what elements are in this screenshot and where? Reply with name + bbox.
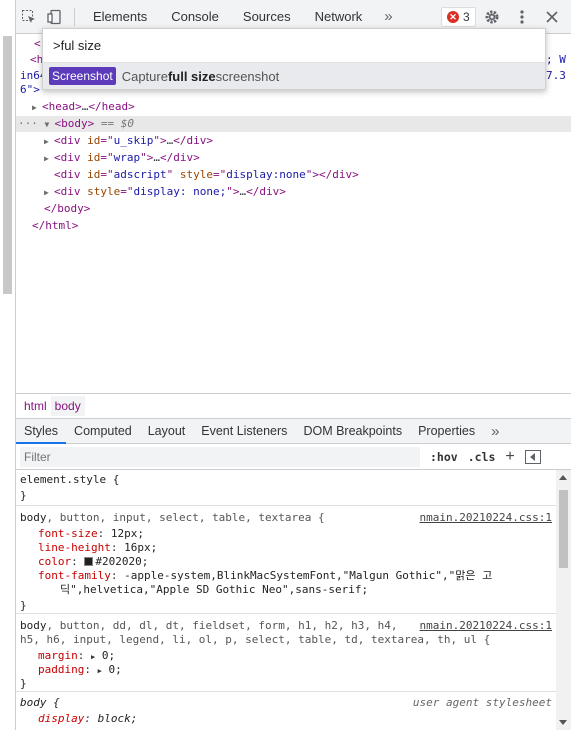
expand-triangle-icon[interactable]: ▶: [44, 134, 54, 150]
breadcrumb-body[interactable]: body: [50, 396, 85, 416]
command-menu: >ful size Screenshot Capture full size s…: [42, 28, 546, 90]
kebab-menu-icon[interactable]: [509, 4, 535, 30]
page-scrollbar-thumb[interactable]: [3, 36, 12, 294]
error-icon: ✕: [447, 11, 459, 23]
expand-triangle-icon[interactable]: ▶: [44, 151, 54, 167]
rule-selector[interactable]: body {: [20, 696, 60, 710]
rule-source-link[interactable]: nmain.20210224.css:1: [420, 619, 552, 633]
result-prefix: Capture: [121, 68, 168, 84]
dom-peek-top: <: [34, 37, 41, 50]
command-menu-result[interactable]: Screenshot Capture full size screenshot: [43, 63, 545, 89]
more-sidebar-tabs-chevron-icon[interactable]: »: [483, 419, 507, 444]
result-match: full size: [167, 68, 216, 84]
breadcrumb: html body: [16, 393, 571, 418]
scroll-up-arrow-icon[interactable]: [559, 475, 567, 480]
rule-selector[interactable]: body, button, input, select, table, text…: [20, 511, 325, 525]
command-menu-input[interactable]: >ful size: [43, 29, 545, 63]
new-style-rule-icon[interactable]: +: [505, 448, 514, 466]
tab-computed[interactable]: Computed: [66, 419, 140, 444]
dom-peek-right-1: ; W: [546, 53, 566, 66]
result-suffix: screenshot: [215, 68, 280, 84]
tab-styles[interactable]: Styles: [16, 419, 67, 444]
tab-dom-breakpoints[interactable]: DOM Breakpoints: [295, 419, 410, 444]
node-actions-dots[interactable]: ···: [16, 117, 38, 130]
color-swatch[interactable]: [84, 557, 94, 566]
dom-peek-right-2: 7.3: [546, 69, 566, 82]
scrollbar-thumb[interactable]: [559, 490, 568, 568]
dom-node-div-adscript[interactable]: <div id="adscript" style="display:none">…: [54, 167, 359, 183]
error-count: 3: [463, 10, 470, 24]
settings-gear-icon[interactable]: [479, 4, 505, 30]
left-gutter: [0, 0, 16, 730]
tab-properties[interactable]: Properties: [410, 419, 483, 444]
dom-node-head[interactable]: ▶ <head>…</head>: [32, 99, 135, 115]
scroll-down-arrow-icon[interactable]: [559, 720, 567, 725]
device-toggle-icon[interactable]: [42, 4, 68, 30]
styles-filter-input[interactable]: [20, 446, 420, 467]
prop-font-family-cont: 딕",helvetica,"Apple SD Gothic Neo",sans-…: [60, 583, 369, 596]
expand-triangle-icon[interactable]: ▶: [32, 100, 42, 116]
sidebar-tabs: Styles Computed Layout Event Listeners D…: [16, 418, 571, 444]
rule-selector-cont[interactable]: h5, h6, input, legend, li, ol, p, select…: [20, 633, 490, 647]
dom-node-div-u-skip[interactable]: ▶ <div id="u_skip">…</div>: [44, 133, 213, 149]
dom-node-div-hidden[interactable]: ▶ <div style="display: none;">…</div>: [44, 184, 286, 200]
dom-body-close: </body>: [44, 202, 91, 215]
toggle-computed-sidebar-icon[interactable]: [524, 449, 541, 464]
class-toggle[interactable]: .cls: [468, 450, 496, 464]
result-category-badge: Screenshot: [49, 67, 116, 85]
rule-close: }: [20, 677, 27, 690]
dom-peek-6: 6">: [20, 83, 40, 96]
prop-display: display: block;: [38, 712, 138, 725]
toolbar-separator: [74, 7, 75, 26]
rule-source-label: user agent stylesheet: [412, 696, 552, 709]
breadcrumb-html[interactable]: html: [20, 396, 51, 416]
prop-margin[interactable]: margin: ▶ 0;: [38, 649, 115, 663]
dom-node-div-wrap[interactable]: ▶ <div id="wrap">…</div>: [44, 150, 200, 166]
rule-selector[interactable]: body, button, dd, dl, dt, fieldset, form…: [20, 619, 398, 633]
rule-source-link[interactable]: nmain.20210224.css:1: [420, 511, 552, 525]
prop-color[interactable]: color: #202020;: [38, 555, 148, 569]
styles-filter-bar: :hov .cls +: [16, 444, 571, 470]
more-tabs-chevron-icon[interactable]: »: [374, 8, 402, 25]
rule-selector[interactable]: element.style {: [20, 473, 119, 487]
rule-body-inputs: body, button, input, select, table, text…: [16, 506, 556, 614]
inspect-element-icon[interactable]: [16, 4, 42, 30]
close-icon[interactable]: [539, 4, 565, 30]
styles-scrollbar[interactable]: [556, 470, 571, 730]
dom-node-body-selected[interactable]: ··· ▼ <body> == $0: [16, 116, 571, 132]
rule-body-ua: body { user agent stylesheet display: bl…: [16, 692, 556, 730]
rule-close: }: [20, 489, 27, 502]
error-count-badge[interactable]: ✕ 3: [441, 7, 476, 27]
prop-font-size[interactable]: font-size: 12px;: [38, 527, 144, 541]
hover-state-toggle[interactable]: :hov: [430, 450, 458, 464]
rule-reset: body, button, dd, dl, dt, fieldset, form…: [16, 614, 556, 692]
expand-triangle-icon[interactable]: ▶: [91, 653, 95, 661]
expand-triangle-icon[interactable]: ▶: [44, 185, 54, 201]
rule-element-style: element.style { }: [16, 470, 556, 506]
rule-close: }: [20, 599, 27, 612]
collapse-triangle-icon[interactable]: ▼: [45, 117, 55, 133]
prop-padding[interactable]: padding: ▶ 0;: [38, 663, 122, 677]
prop-font-family[interactable]: font-family: -apple-system,BlinkMacSyste…: [38, 569, 492, 583]
styles-pane: element.style { } body, button, input, s…: [16, 470, 556, 730]
expand-triangle-icon[interactable]: ▶: [98, 667, 102, 675]
dom-html-close: </html>: [32, 219, 79, 232]
tab-layout[interactable]: Layout: [140, 419, 194, 444]
tab-event-listeners[interactable]: Event Listeners: [193, 419, 295, 444]
prop-line-height[interactable]: line-height: 16px;: [38, 541, 157, 555]
